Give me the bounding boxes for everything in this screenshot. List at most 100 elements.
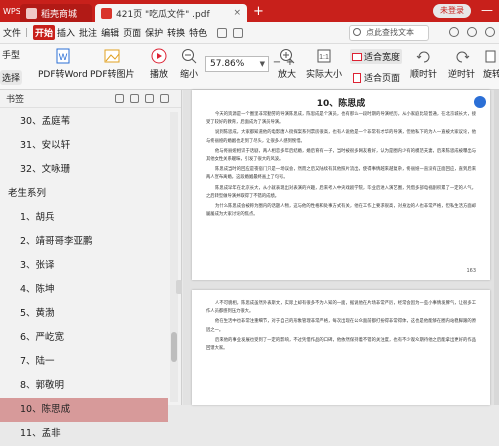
login-button[interactable]: 未登录 — [433, 4, 471, 18]
bookmark-item[interactable]: 11、孟非 — [0, 422, 168, 446]
toolbar: 手型 选择 W PDF转Word PDF转图片 播放 缩小 57.86% ▼ −… — [0, 44, 499, 90]
actual-size-label: 实际大小 — [306, 70, 343, 80]
pdf-icon — [101, 7, 112, 19]
rotate-clockwise-icon — [416, 51, 429, 63]
tab-home-store[interactable]: 稻壳商城 — [20, 4, 92, 22]
play-label: 播放 — [150, 70, 169, 80]
page-paragraph: 陈思成早年在北京长大，从小就表现出对表演的兴趣，后来考入中央戏剧学院，毕业后进入… — [206, 185, 476, 199]
menu-insert[interactable]: 插入 — [55, 26, 77, 39]
play-button[interactable]: 播放 — [150, 48, 168, 80]
zoom-out-label: 缩小 — [180, 70, 199, 80]
menu-bar: 文件 | 开始 插入 批注 编辑 页面 保护 转换 特色 点此查找文本 — [0, 22, 499, 44]
bookmark-scrollbar-thumb[interactable] — [171, 332, 177, 362]
document-view[interactable]: 10、陈思成 今天的资源是一个圈里非常勤劳的导演陈思成，陈思成是个演员，也有那么… — [183, 90, 499, 405]
rotate-document-button[interactable]: 旋转 — [483, 48, 499, 80]
menu-edit[interactable]: 编辑 — [99, 26, 121, 39]
fit-page-icon — [353, 72, 361, 83]
rotate-clockwise-label: 顺时针 — [410, 70, 438, 80]
page-paragraph: 他与佟丽娅相识于话剧，两人相恋多年后结婚，婚后育有一子，当时被很多网友看好，认为… — [206, 148, 476, 163]
search-input[interactable]: 点此查找文本 — [349, 25, 429, 41]
tab-document[interactable]: 421页 "吃瓜文件" .pdf × — [95, 4, 247, 22]
menu-annotate[interactable]: 批注 — [77, 26, 99, 39]
document-scrollbar[interactable] — [494, 90, 499, 405]
pdf-to-word-button[interactable]: W PDF转Word — [38, 48, 88, 80]
page-paragraph: 说到陈思成，大家都知道他的电影唐人街探案系列票房很高，也有人说他是一个非常有才华… — [206, 130, 476, 144]
bookmark-item[interactable]: 4、陈坤 — [0, 278, 168, 302]
store-icon — [26, 7, 37, 19]
menu-start[interactable]: 开始 — [33, 25, 56, 40]
close-tab-icon[interactable]: × — [233, 8, 241, 18]
page-heading: 10、陈思成 — [316, 99, 366, 109]
fit-width-button[interactable]: 适合宽度 — [350, 49, 403, 64]
pdf-to-image-button[interactable]: PDF转图片 — [90, 48, 135, 80]
tab-document-label: 421页 "吃瓜文件" .pdf — [116, 9, 210, 20]
page-paragraph: 陈思成当时的回应是夜宿门只是一场误会，然而之后又陆续有其他照片流出，使得事情越来… — [206, 167, 476, 181]
hand-tool-label: 手型 — [2, 51, 21, 61]
rotate-document-icon — [485, 50, 496, 63]
bookmark-item[interactable]: 1、胡兵 — [0, 206, 168, 230]
expand-all-icon[interactable] — [115, 94, 124, 103]
bookmark-scrollbar[interactable] — [170, 112, 178, 402]
zoom-select[interactable]: 57.86% ▼ — [205, 56, 269, 72]
document-page: 10、陈思成 今天的资源是一个圈里非常勤劳的导演陈思成，陈思成是个演员，也有那么… — [192, 90, 490, 280]
bookmark-item[interactable]: 6、严屹宽 — [0, 326, 168, 350]
select-tool-button[interactable]: 选择 — [0, 70, 23, 85]
chevron-down-icon: ▼ — [259, 60, 265, 68]
bookmark-item[interactable]: 8、郭敬明 — [0, 374, 168, 398]
bookmark-panel-title: 书签 — [6, 95, 25, 105]
add-bookmark-icon[interactable] — [130, 94, 139, 103]
fit-page-label: 适合页面 — [364, 74, 401, 84]
settings-icon[interactable] — [467, 27, 477, 37]
bookmark-panel: 书签 30、孟庭苇 31、安以轩 32、文咏珊 老生系列 1、胡兵 2、靖哥哥李… — [0, 90, 182, 439]
page-number: 163 — [466, 268, 476, 274]
actual-size-icon: 1:1 — [317, 49, 331, 63]
menu-convert[interactable]: 转换 — [165, 26, 187, 39]
bookmark-item[interactable]: 31、安以轩 — [0, 134, 168, 158]
more-icon[interactable] — [485, 27, 495, 37]
menu-file[interactable]: 文件 — [0, 26, 25, 39]
rotate-clockwise-button[interactable]: 顺时针 — [410, 48, 437, 80]
page-paragraph: 为什么陈思成会被称为圈内的话题人物，这与他的性格和处事方式有关，他在工作上要求很… — [206, 204, 476, 218]
zoom-value: 57.86% — [210, 59, 245, 69]
fit-page-button[interactable]: 适合页面 — [350, 70, 402, 85]
close-panel-icon[interactable] — [160, 94, 169, 103]
bookmark-item[interactable]: 7、陆一 — [0, 350, 168, 374]
menu-page[interactable]: 页面 — [121, 26, 143, 39]
new-tab-button[interactable]: + — [253, 4, 264, 19]
page-paragraph: 后来他的事业发展也受到了一定的影响，不过凭借作品的口碑，他依然保持着不错的关注度… — [206, 337, 476, 352]
sync-icon[interactable] — [449, 27, 459, 37]
bookmark-item[interactable]: 30、孟庭苇 — [0, 110, 168, 134]
svg-text:W: W — [59, 52, 68, 62]
menu-protect[interactable]: 保护 — [143, 26, 165, 39]
rotate-counterclockwise-button[interactable]: 逆时针 — [448, 48, 475, 80]
assistant-float-icon[interactable] — [474, 96, 486, 108]
fit-width-label: 适合宽度 — [364, 53, 401, 63]
save-icon[interactable] — [217, 27, 228, 38]
fit-width-icon — [352, 52, 362, 61]
rotate-document-label: 旋转 — [483, 70, 499, 80]
menu-divider: | — [25, 27, 29, 38]
bookmark-list: 30、孟庭苇 31、安以轩 32、文咏珊 老生系列 1、胡兵 2、靖哥哥李亚鹏 … — [0, 110, 168, 446]
bookmark-item-selected[interactable]: 10、陈思成 — [0, 398, 168, 422]
actual-size-button[interactable]: 1:1 实际大小 — [306, 48, 342, 80]
minimize-button[interactable]: — — [481, 3, 493, 17]
title-bar: WPS 稻壳商城 421页 "吃瓜文件" .pdf × + 未登录 — — [0, 0, 499, 22]
bookmark-item[interactable]: 3、张译 — [0, 254, 168, 278]
delete-bookmark-icon[interactable] — [145, 94, 154, 103]
menu-features[interactable]: 特色 — [187, 26, 209, 39]
pdf-to-image-label: PDF转图片 — [90, 70, 135, 80]
bookmark-group[interactable]: 老生系列 — [0, 182, 168, 206]
hand-tool-button[interactable]: 手型 — [2, 48, 20, 61]
rotate-counterclockwise-icon — [456, 51, 469, 63]
bookmark-panel-header: 书签 — [0, 90, 181, 108]
zoom-out-button[interactable]: 缩小 — [180, 48, 198, 80]
undo-icon[interactable] — [233, 27, 244, 38]
collapse-panel-handle[interactable] — [176, 280, 182, 294]
bookmark-item[interactable]: 5、黄渤 — [0, 302, 168, 326]
bookmark-item[interactable]: 32、文咏珊 — [0, 158, 168, 182]
page-paragraph: 人不可貌相，陈思成虽然外表斯文，实际上却有很多不为人知的一面，据说他在片场非常严… — [206, 301, 476, 315]
zoom-in-button[interactable]: 放大 — [278, 48, 296, 80]
page-paragraph: 今天的资源是一个圈里非常勤劳的导演陈思成，陈思成是个演员，也有那么一段时期的导演… — [206, 112, 476, 126]
bookmark-item[interactable]: 2、靖哥哥李亚鹏 — [0, 230, 168, 254]
zoom-out-icon — [182, 49, 197, 64]
